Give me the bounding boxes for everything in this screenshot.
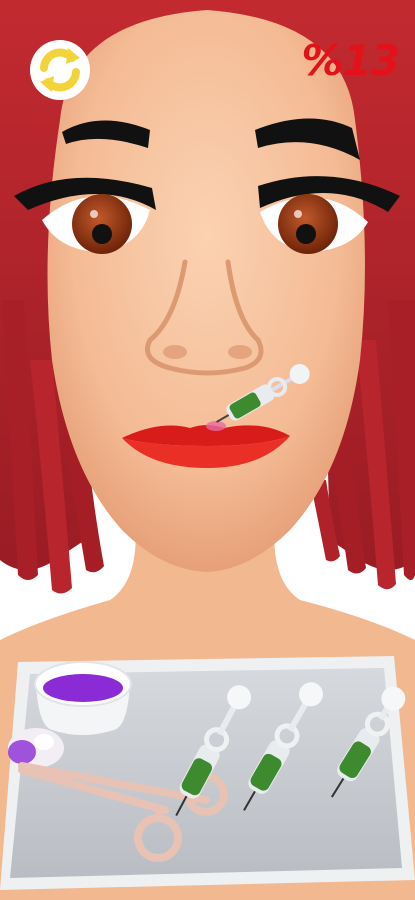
restart-arrows-icon (30, 40, 90, 100)
filler-bowl[interactable] (34, 661, 132, 735)
cotton-ball[interactable] (8, 728, 64, 768)
game-stage: %13 (0, 0, 415, 900)
restart-button[interactable] (28, 38, 92, 102)
face[interactable] (47, 10, 365, 572)
face-scene (0, 0, 415, 900)
progress-percent: %13 (301, 36, 400, 85)
